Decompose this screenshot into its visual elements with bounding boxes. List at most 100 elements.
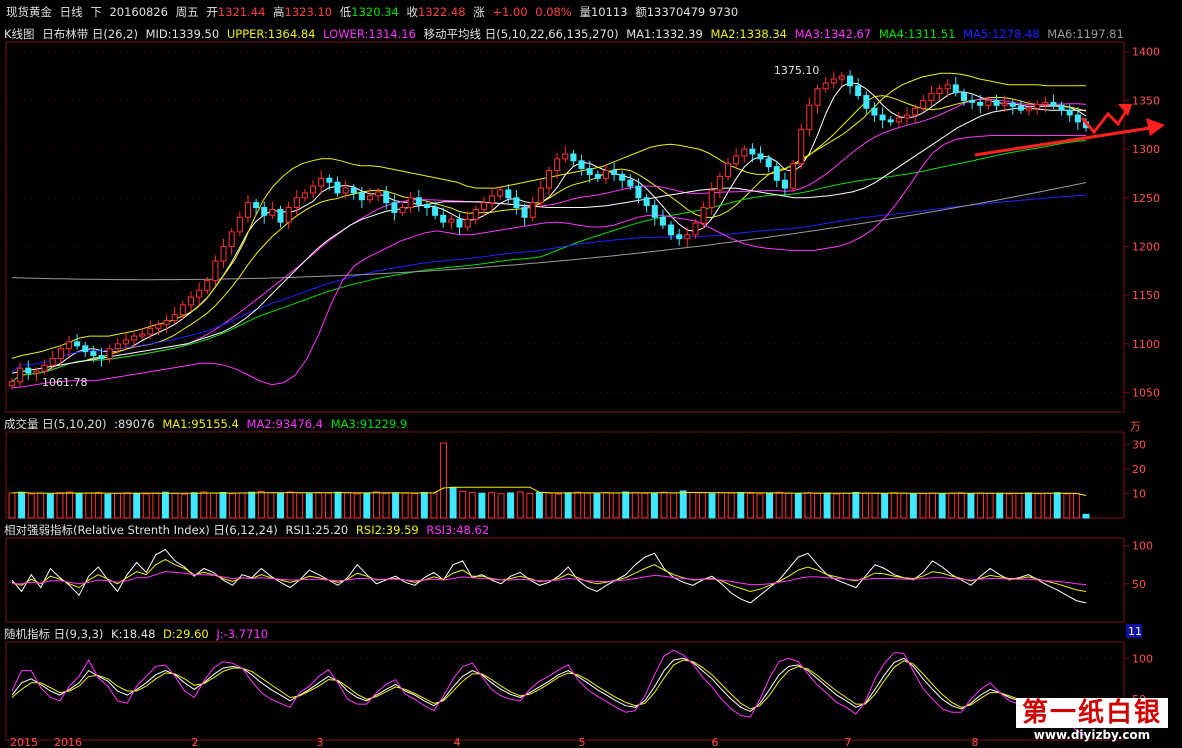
candle-body: [114, 343, 121, 350]
ma2-line: [11, 95, 1087, 383]
candle-body: [171, 314, 178, 321]
candle-body: [106, 348, 113, 359]
price-ytick-label: 1100: [1132, 338, 1160, 351]
price-panel-frame: [5, 41, 1125, 413]
candle-body: [1017, 105, 1024, 111]
candle-body: [277, 208, 284, 223]
volume-bar: [698, 492, 706, 519]
volume-bar: [66, 491, 74, 519]
candle-body: [855, 85, 862, 97]
price-ytick-label: 1200: [1132, 240, 1160, 253]
candle-body: [741, 148, 748, 157]
candle-body: [350, 187, 357, 194]
candle-body: [993, 99, 1000, 106]
volume-bar: [593, 493, 601, 519]
candle-body: [651, 205, 658, 218]
candle-body: [391, 202, 398, 213]
volume-bar: [631, 492, 639, 519]
volume-bar: [440, 442, 447, 519]
high-price-annotation: 1375.10: [774, 64, 820, 77]
volume-bar: [766, 492, 774, 519]
candle-body: [179, 304, 186, 316]
stock-chart-canvas[interactable]: 1050 1100 1150 1200 1250 1300 1350 1400 10 20 30 50…: [0, 0, 1182, 748]
volume-bar: [526, 492, 534, 519]
volume-bar: [718, 492, 726, 519]
trend-arrow-head: [1146, 118, 1165, 136]
candle-body: [969, 99, 976, 103]
candle-body: [708, 189, 715, 209]
candle-body: [98, 355, 105, 359]
volume-bar: [1063, 493, 1071, 519]
candle-body: [90, 351, 97, 357]
price-ytick-label: 1050: [1132, 387, 1160, 400]
candle-body: [1042, 101, 1049, 105]
candle-body: [912, 107, 919, 116]
candle-body: [318, 177, 325, 187]
volume-bar: [468, 491, 476, 519]
kdj-badge-label: 11: [1128, 625, 1142, 638]
x-tick-label: 2: [192, 736, 199, 748]
candle-body: [1009, 102, 1016, 107]
candle-body: [1026, 107, 1033, 111]
volume-bar: [833, 493, 841, 519]
volume-bar: [8, 492, 16, 519]
candle-body: [131, 335, 138, 341]
candle-body: [887, 119, 894, 123]
candle-body: [733, 155, 740, 165]
volume-bar: [344, 492, 352, 519]
volume-bar: [200, 491, 208, 519]
candle-body: [57, 348, 64, 359]
candle-body: [928, 93, 935, 101]
x-tick-label: 5: [579, 736, 586, 748]
candle-body: [554, 158, 561, 172]
candle-body: [399, 207, 406, 213]
volume-bar: [75, 493, 83, 519]
volume-bar: [1044, 492, 1052, 519]
volume-bar: [286, 491, 294, 519]
candle-body: [757, 153, 764, 160]
volume-bar: [401, 492, 409, 519]
candle-body: [269, 208, 276, 216]
candle-body: [985, 99, 992, 106]
candle-body: [196, 289, 203, 298]
candle-body: [879, 114, 886, 121]
volume-bar: [37, 492, 45, 519]
candle-body: [668, 224, 675, 236]
zigzag-arrow-line: [1080, 107, 1130, 135]
volume-bar: [909, 493, 917, 519]
candle-body: [952, 84, 959, 94]
candle-body: [342, 187, 349, 194]
volume-bar: [430, 492, 438, 519]
price-ytick-label: 1150: [1132, 289, 1160, 302]
candle-body: [41, 364, 48, 372]
candle-body: [358, 192, 365, 201]
volume-bar: [420, 491, 428, 519]
candle-body: [220, 245, 227, 262]
rsi-ytick-label: 100: [1132, 540, 1153, 553]
rsi-line-rsi2: [11, 558, 1087, 593]
candle-body: [920, 99, 927, 109]
volume-bar: [804, 492, 812, 519]
volume-bar: [190, 492, 198, 519]
candle-body: [228, 231, 235, 247]
candle-body: [806, 104, 813, 131]
volume-bar: [487, 492, 495, 519]
volume-bar: [1034, 493, 1042, 519]
candle-body: [1001, 102, 1008, 106]
volume-bar: [670, 492, 678, 519]
candle-body: [65, 341, 72, 350]
volume-bar: [123, 492, 131, 519]
candle-body: [863, 95, 870, 109]
volume-bar: [746, 492, 754, 519]
volume-bar: [152, 492, 160, 519]
price-ytick-label: 1400: [1132, 46, 1160, 59]
x-tick-label: 2016: [54, 736, 82, 748]
candle-body: [1066, 109, 1073, 116]
candle-body: [497, 189, 504, 197]
volume-bar: [775, 491, 783, 519]
ma5-line: [11, 194, 1087, 373]
kdj-line-d: [11, 659, 1087, 719]
candle-body: [334, 181, 341, 194]
volume-bar: [1024, 492, 1032, 519]
volume-bar: [996, 492, 1004, 519]
